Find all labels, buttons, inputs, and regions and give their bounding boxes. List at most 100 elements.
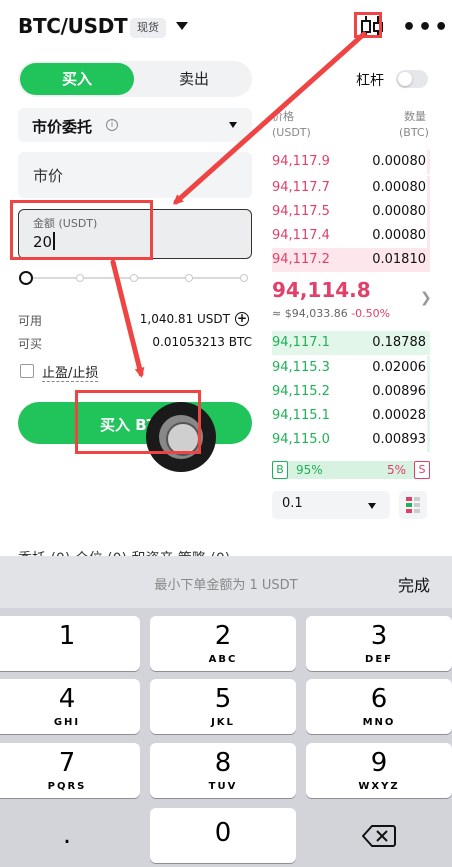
key-digit: 6 bbox=[370, 684, 388, 714]
key-digit: 5 bbox=[214, 684, 232, 714]
tpsl-checkbox[interactable] bbox=[20, 364, 34, 378]
key-digit: 0 bbox=[214, 818, 232, 848]
bid-qty: 0.02006 bbox=[372, 360, 426, 375]
sell-ratio-pct: 5% bbox=[386, 463, 406, 477]
slider-step-50[interactable] bbox=[130, 274, 138, 282]
tab-buy[interactable]: 买入 bbox=[20, 63, 134, 95]
ask-row[interactable]: 94,117.9 0.00080 bbox=[272, 150, 430, 174]
key-0[interactable]: 0 bbox=[150, 808, 296, 863]
key-letters: PQRS bbox=[47, 781, 87, 792]
key-digit: 7 bbox=[58, 748, 76, 778]
depth-precision-value: 0.1 bbox=[282, 496, 303, 511]
key-digit: 4 bbox=[58, 684, 76, 714]
available-value: 1,040.81 USDT bbox=[139, 312, 230, 326]
key-7[interactable]: 7 PQRS bbox=[0, 743, 140, 798]
amount-slider-track[interactable] bbox=[28, 277, 248, 279]
ask-price: 94,117.4 bbox=[272, 228, 330, 243]
can-buy-label: 可买 bbox=[18, 337, 43, 351]
key-3[interactable]: 3 DEF bbox=[306, 616, 452, 671]
key-decimal[interactable]: . bbox=[0, 808, 140, 863]
bid-row[interactable]: 94,115.1 0.00028 bbox=[272, 404, 430, 428]
backspace-icon[interactable] bbox=[362, 824, 396, 848]
orderbook-price-header: 价格 bbox=[272, 110, 294, 123]
slider-step-25[interactable] bbox=[76, 274, 84, 282]
plus-icon[interactable]: + bbox=[235, 312, 249, 326]
price-field-text: 市价 bbox=[33, 167, 64, 185]
key-letters: WXYZ bbox=[358, 781, 400, 792]
key-digit: 3 bbox=[370, 621, 388, 651]
ask-price: 94,117.7 bbox=[272, 180, 330, 195]
last-price-usd-value: ≈ $94,033.86 bbox=[272, 307, 348, 320]
can-buy-value: 0.01053213 BTC bbox=[152, 335, 252, 349]
tab-sell[interactable]: 卖出 bbox=[138, 63, 250, 95]
chevron-right-icon[interactable]: ❯ bbox=[420, 290, 432, 306]
amount-slider-handle[interactable] bbox=[19, 271, 33, 285]
ask-price: 94,117.5 bbox=[272, 204, 330, 219]
info-icon[interactable]: i bbox=[106, 119, 118, 131]
key-digit: . bbox=[62, 820, 72, 850]
bid-price: 94,115.3 bbox=[272, 360, 330, 375]
bid-price: 94,115.0 bbox=[272, 432, 330, 447]
bid-row[interactable]: 94,115.2 0.00896 bbox=[272, 380, 430, 404]
bid-price: 94,115.1 bbox=[272, 408, 330, 423]
available-label: 可用 bbox=[18, 314, 43, 328]
key-letters: JKL bbox=[211, 717, 235, 728]
key-5[interactable]: 5 JKL bbox=[150, 679, 296, 734]
ask-price: 94,117.9 bbox=[272, 154, 330, 169]
highlight-chart-icon bbox=[354, 12, 382, 38]
bid-qty: 0.00896 bbox=[372, 384, 426, 399]
slider-step-75[interactable] bbox=[185, 274, 193, 282]
bid-row[interactable]: 94,117.1 0.18788 bbox=[272, 331, 430, 355]
key-9[interactable]: 9 WXYZ bbox=[306, 743, 452, 798]
ask-qty: 0.01810 bbox=[372, 252, 426, 267]
key-6[interactable]: 6 MNO bbox=[306, 679, 452, 734]
key-8[interactable]: 8 TUV bbox=[150, 743, 296, 798]
ask-qty: 0.00080 bbox=[372, 180, 426, 195]
ask-price: 94,117.2 bbox=[272, 252, 330, 267]
bid-row[interactable]: 94,115.3 0.02006 bbox=[272, 356, 430, 380]
bid-qty: 0.00893 bbox=[372, 432, 426, 447]
ask-row[interactable]: 94,117.7 0.00080 bbox=[272, 176, 430, 200]
key-2[interactable]: 2 ABC bbox=[150, 616, 296, 671]
price-change: -0.50% bbox=[351, 307, 391, 320]
last-price-usd: ≈ $94,033.86 -0.50% bbox=[272, 307, 390, 320]
key-letters: GHI bbox=[53, 717, 81, 728]
pair-dropdown-icon[interactable] bbox=[176, 22, 188, 30]
ask-qty: 0.00080 bbox=[372, 228, 426, 243]
buy-ratio-pct: 95% bbox=[296, 463, 323, 477]
buy-sell-ratio-bar: B 95% 5% S bbox=[272, 461, 430, 479]
ask-row[interactable]: 94,117.4 0.00080 bbox=[272, 224, 430, 248]
slider-step-100[interactable] bbox=[240, 274, 248, 282]
bid-qty: 0.00028 bbox=[372, 408, 426, 423]
highlight-amount-field bbox=[10, 200, 153, 260]
chevron-down-icon bbox=[368, 503, 376, 509]
key-letters: DEF bbox=[365, 654, 393, 665]
orderbook-layout-icon[interactable] bbox=[399, 491, 427, 519]
leverage-toggle[interactable] bbox=[396, 70, 428, 88]
buy-ratio-icon: B bbox=[272, 461, 288, 479]
more-horizontal-icon[interactable]: ••• bbox=[402, 17, 450, 39]
ask-row[interactable]: 94,117.2 0.01810 bbox=[272, 248, 430, 272]
key-digit: 8 bbox=[214, 748, 232, 778]
orderbook-qty-unit: (BTC) bbox=[399, 126, 429, 139]
keyboard-hint: 最小下单金额为 1 USDT bbox=[154, 578, 298, 593]
ask-qty: 0.00080 bbox=[372, 154, 426, 169]
chevron-down-icon bbox=[229, 122, 237, 128]
bid-price: 94,117.1 bbox=[272, 335, 330, 350]
trading-pair-title[interactable]: BTC/USDT bbox=[18, 14, 128, 38]
key-digit: 9 bbox=[370, 748, 388, 778]
leverage-label: 杠杆 bbox=[356, 73, 384, 89]
key-4[interactable]: 4 GHI bbox=[0, 679, 140, 734]
key-letters: ABC bbox=[208, 654, 238, 665]
spot-badge: 现货 bbox=[130, 18, 166, 38]
bid-row[interactable]: 94,115.0 0.00893 bbox=[272, 428, 430, 452]
bid-qty: 0.18788 bbox=[372, 335, 426, 350]
key-digit: 2 bbox=[214, 621, 232, 651]
key-1[interactable]: 1 bbox=[0, 616, 140, 671]
key-digit: 1 bbox=[58, 621, 76, 651]
keyboard-done-button[interactable]: 完成 bbox=[398, 572, 430, 596]
ask-row[interactable]: 94,117.5 0.00080 bbox=[272, 200, 430, 224]
key-letters: MNO bbox=[362, 717, 396, 728]
key-letters: TUV bbox=[208, 781, 238, 792]
tpsl-label[interactable]: 止盈/止损 bbox=[42, 362, 99, 382]
